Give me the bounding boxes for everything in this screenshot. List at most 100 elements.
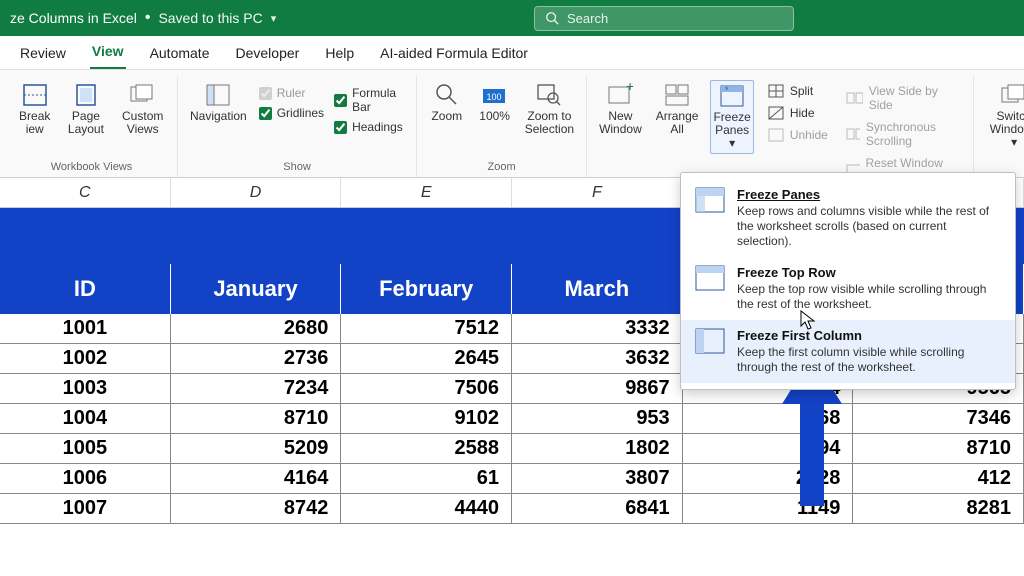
split-icon bbox=[768, 84, 784, 98]
col-header[interactable]: D bbox=[171, 178, 342, 207]
menu-item-title: Freeze Top Row bbox=[737, 265, 997, 280]
group-label-zoom: Zoom bbox=[427, 159, 576, 175]
page-break-preview-button[interactable]: Breakiew bbox=[16, 80, 53, 138]
switch-windows-button[interactable]: SwitchWindows ▾ bbox=[984, 80, 1024, 152]
new-window-button[interactable]: + NewWindow bbox=[597, 80, 644, 138]
page-layout-icon bbox=[72, 82, 100, 108]
table-cell[interactable]: 1004 bbox=[0, 404, 171, 434]
table-cell[interactable]: 1006 bbox=[0, 464, 171, 494]
svg-text:+: + bbox=[626, 83, 633, 94]
save-status[interactable]: Saved to this PC bbox=[158, 10, 262, 26]
table-cell[interactable]: 2588 bbox=[341, 434, 512, 464]
search-input[interactable]: Search bbox=[534, 6, 794, 31]
table-cell[interactable]: 7234 bbox=[171, 374, 342, 404]
table-cell[interactable]: 1003 bbox=[0, 374, 171, 404]
freeze-first-column-icon bbox=[695, 328, 727, 356]
freeze-panes-menu: Freeze Panes Keep rows and columns visib… bbox=[680, 172, 1016, 390]
navigation-icon bbox=[204, 82, 232, 108]
sync-scrolling-button: Synchronous Scrolling bbox=[842, 118, 963, 150]
page-break-icon bbox=[21, 82, 49, 108]
table-row[interactable]: 100787424440684111498281 bbox=[0, 494, 1024, 524]
menu-item-freeze-panes[interactable]: Freeze Panes Keep rows and columns visib… bbox=[681, 179, 1015, 257]
table-cell[interactable]: 3807 bbox=[512, 464, 683, 494]
group-label-show: Show bbox=[188, 159, 406, 175]
unhide-icon bbox=[768, 128, 784, 142]
zoom-selection-icon bbox=[535, 82, 563, 108]
table-row[interactable]: 100641646138072828412 bbox=[0, 464, 1024, 494]
mouse-cursor-icon bbox=[800, 310, 818, 332]
tab-view[interactable]: View bbox=[90, 37, 126, 69]
formula-bar-check[interactable]: Formula Bar bbox=[334, 86, 406, 114]
titlebar: ze Columns in Excel • Saved to this PC ▾… bbox=[0, 0, 1024, 36]
freeze-top-row-icon bbox=[695, 265, 727, 293]
table-cell[interactable]: 953 bbox=[512, 404, 683, 434]
gridlines-check[interactable]: Gridlines bbox=[259, 106, 324, 120]
table-cell[interactable]: 2736 bbox=[171, 344, 342, 374]
table-cell[interactable]: 2645 bbox=[341, 344, 512, 374]
tab-automate[interactable]: Automate bbox=[148, 39, 212, 69]
switch-windows-icon bbox=[1000, 82, 1024, 108]
custom-views-button[interactable]: CustomViews bbox=[118, 80, 167, 138]
freeze-panes-button[interactable]: * FreezePanes ▾ bbox=[710, 80, 753, 154]
table-cell[interactable]: 61 bbox=[341, 464, 512, 494]
table-cell[interactable]: 8710 bbox=[171, 404, 342, 434]
table-cell[interactable]: 1005 bbox=[0, 434, 171, 464]
table-cell[interactable]: 412 bbox=[853, 464, 1024, 494]
hide-icon bbox=[768, 106, 784, 120]
table-header-cell[interactable]: February bbox=[341, 264, 512, 314]
table-cell[interactable]: 6841 bbox=[512, 494, 683, 524]
table-cell[interactable]: 3632 bbox=[512, 344, 683, 374]
ribbon-tabs: Review View Automate Developer Help AI-a… bbox=[0, 36, 1024, 70]
hide-button[interactable]: Hide bbox=[764, 104, 832, 122]
split-button[interactable]: Split bbox=[764, 82, 832, 100]
table-header-cell[interactable]: ID bbox=[0, 264, 171, 314]
table-cell[interactable]: 9102 bbox=[341, 404, 512, 434]
table-cell[interactable]: 1002 bbox=[0, 344, 171, 374]
headings-check[interactable]: Headings bbox=[334, 120, 406, 134]
table-cell[interactable]: 8742 bbox=[171, 494, 342, 524]
table-cell[interactable]: 1007 bbox=[0, 494, 171, 524]
zoom-100-icon: 100 bbox=[481, 82, 509, 108]
col-header[interactable]: E bbox=[341, 178, 512, 207]
col-header[interactable]: C bbox=[0, 178, 171, 207]
tab-ai-formula[interactable]: AI-aided Formula Editor bbox=[378, 39, 530, 69]
page-layout-button[interactable]: PageLayout bbox=[63, 80, 108, 138]
chevron-down-icon[interactable]: ▾ bbox=[271, 12, 277, 25]
arrange-all-button[interactable]: ArrangeAll bbox=[654, 80, 701, 138]
table-cell[interactable]: 9867 bbox=[512, 374, 683, 404]
table-cell[interactable]: 7506 bbox=[341, 374, 512, 404]
menu-item-desc: Keep the top row visible while scrolling… bbox=[737, 282, 997, 312]
table-cell[interactable]: 1001 bbox=[0, 314, 171, 344]
table-cell[interactable]: 8281 bbox=[853, 494, 1024, 524]
table-row[interactable]: 1004871091029538687346 bbox=[0, 404, 1024, 434]
group-label-workbook-views: Workbook Views bbox=[16, 159, 167, 175]
tab-developer[interactable]: Developer bbox=[234, 39, 302, 69]
table-cell[interactable]: 5209 bbox=[171, 434, 342, 464]
table-cell[interactable]: 1802 bbox=[512, 434, 683, 464]
zoom-100-button[interactable]: 100 100% bbox=[477, 80, 513, 125]
zoom-selection-button[interactable]: Zoom toSelection bbox=[523, 80, 576, 138]
unhide-button: Unhide bbox=[764, 126, 832, 144]
svg-text:*: * bbox=[725, 85, 729, 95]
table-header-cell[interactable]: January bbox=[171, 264, 342, 314]
document-title: ze Columns in Excel bbox=[10, 10, 137, 26]
tab-review[interactable]: Review bbox=[18, 39, 68, 69]
dot-sep: • bbox=[145, 9, 151, 27]
navigation-button[interactable]: Navigation bbox=[188, 80, 249, 125]
zoom-button[interactable]: Zoom bbox=[427, 80, 467, 125]
side-by-side-icon bbox=[846, 92, 863, 104]
table-cell[interactable]: 4164 bbox=[171, 464, 342, 494]
table-row[interactable]: 10055209258818026948710 bbox=[0, 434, 1024, 464]
table-header-cell[interactable]: March bbox=[512, 264, 683, 314]
tab-help[interactable]: Help bbox=[323, 39, 356, 69]
table-cell[interactable]: 8710 bbox=[853, 434, 1024, 464]
table-cell[interactable]: 3332 bbox=[512, 314, 683, 344]
menu-item-desc: Keep rows and columns visible while the … bbox=[737, 204, 997, 249]
table-cell[interactable]: 7512 bbox=[341, 314, 512, 344]
menu-item-freeze-top-row[interactable]: Freeze Top Row Keep the top row visible … bbox=[681, 257, 1015, 320]
table-cell[interactable]: 4440 bbox=[341, 494, 512, 524]
freeze-panes-item-icon bbox=[695, 187, 727, 215]
table-cell[interactable]: 2680 bbox=[171, 314, 342, 344]
menu-item-freeze-first-column[interactable]: Freeze First Column Keep the first colum… bbox=[681, 320, 1015, 383]
table-cell[interactable]: 7346 bbox=[853, 404, 1024, 434]
